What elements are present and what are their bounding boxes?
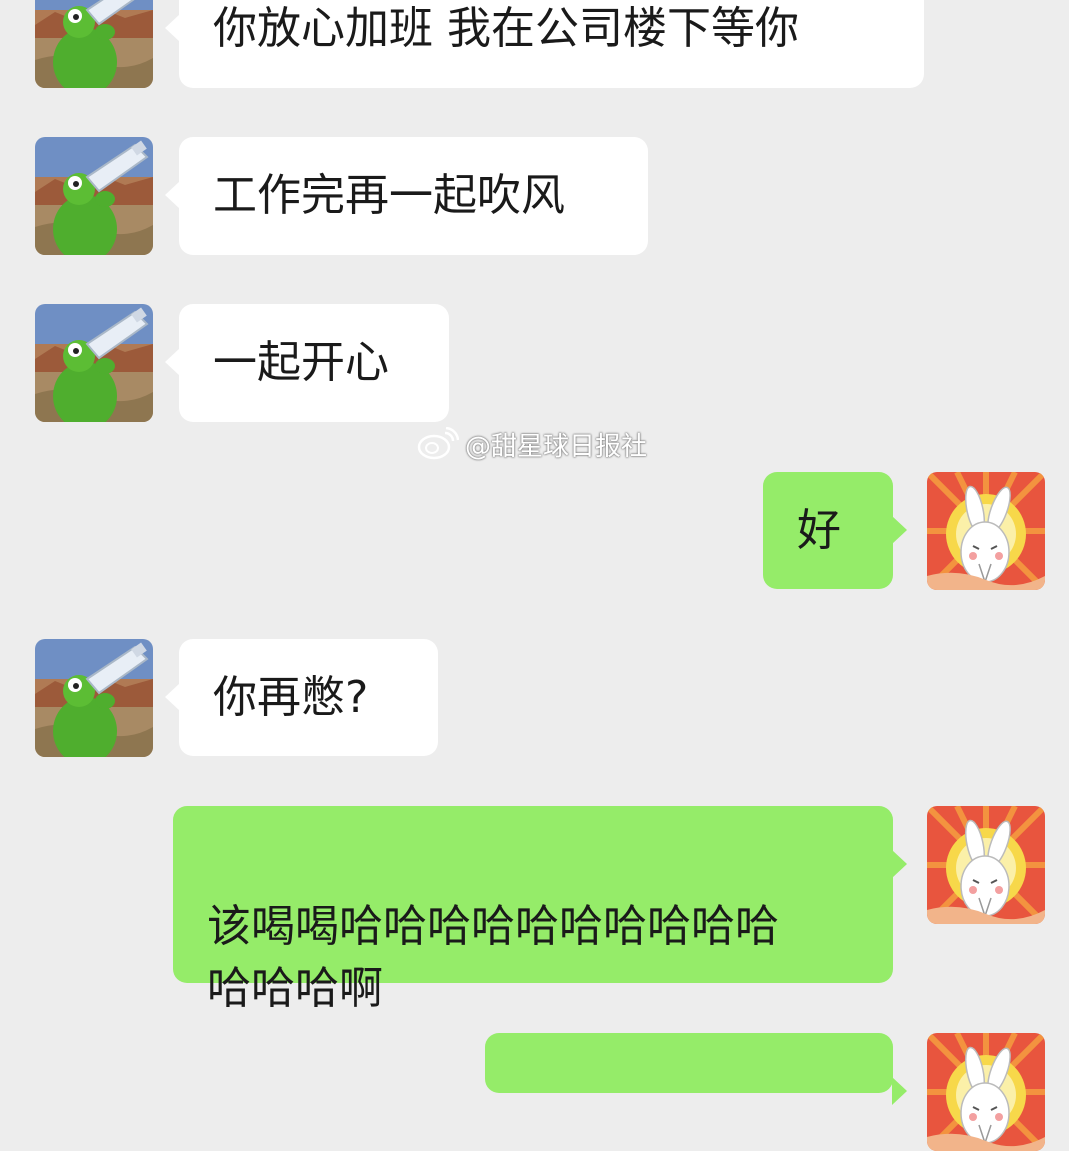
- message-bubble-incoming[interactable]: 你放心加班 我在公司楼下等你: [165, 0, 924, 88]
- praying-bunny-avatar[interactable]: [927, 806, 1045, 924]
- praying-bunny-avatar[interactable]: [927, 472, 1045, 590]
- message-text: 好: [797, 505, 841, 556]
- message-bubble-outgoing[interactable]: 好: [763, 472, 907, 589]
- message-text: 你放心加班 我在公司楼下等你: [213, 3, 799, 54]
- message-bubble-incoming[interactable]: 你再憋?: [165, 639, 438, 756]
- message-bubble-outgoing[interactable]: [485, 1033, 907, 1105]
- message-text: 一起开心: [213, 337, 389, 388]
- watermark: @甜星球日报社: [417, 424, 647, 464]
- message-text: 工作完再一起吹风: [213, 170, 565, 221]
- message-bubble-outgoing[interactable]: 该喝喝哈哈哈哈哈哈哈哈哈哈 哈哈哈啊: [173, 806, 907, 1014]
- praying-bunny-avatar[interactable]: [927, 1033, 1045, 1151]
- watermark-text: @甜星球日报社: [465, 431, 648, 462]
- message-text: 你再憋?: [213, 672, 369, 723]
- message-text: 该喝喝哈哈哈哈哈哈哈哈哈哈 哈哈哈啊: [207, 901, 779, 1014]
- kermit-drinking-avatar[interactable]: [35, 639, 153, 757]
- message-bubble-incoming[interactable]: 工作完再一起吹风: [165, 137, 648, 255]
- kermit-drinking-avatar[interactable]: [35, 0, 153, 88]
- kermit-drinking-avatar[interactable]: [35, 137, 153, 255]
- message-bubble-incoming[interactable]: 一起开心: [165, 304, 449, 422]
- weibo-icon: [417, 427, 459, 460]
- kermit-drinking-avatar[interactable]: [35, 304, 153, 422]
